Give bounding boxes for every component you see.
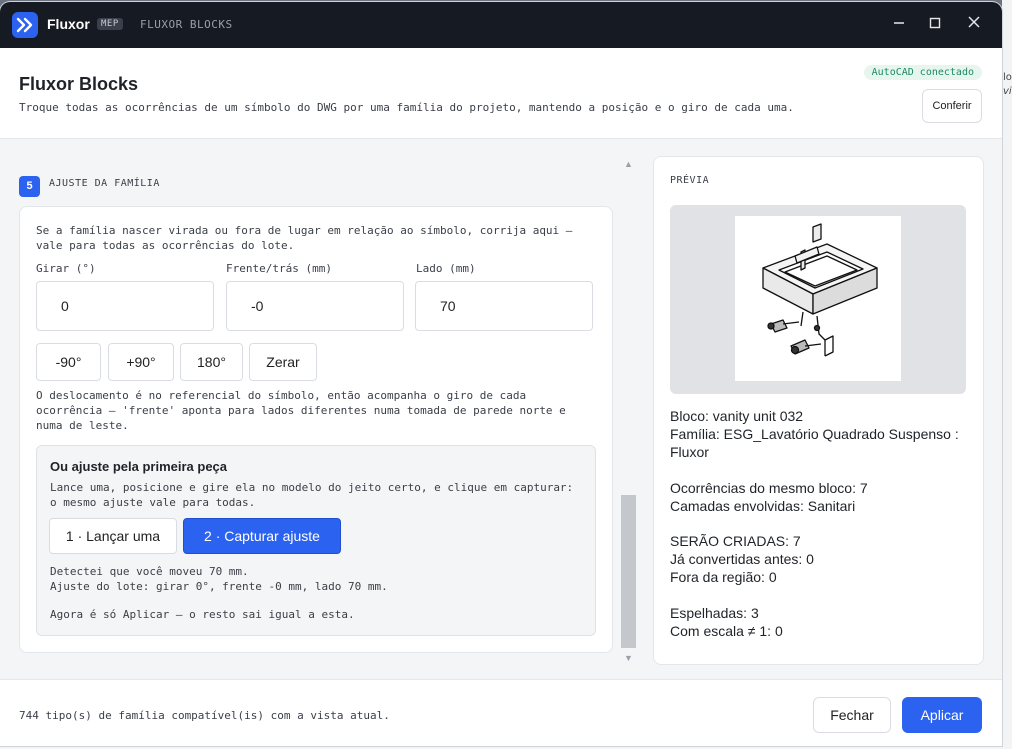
maximize-icon <box>929 17 941 29</box>
capture-result-hint: Agora é só Aplicar — o resto sai igual a… <box>50 608 355 621</box>
preview-panel: PRÉVIA Bloco: vanity unit 032 Família: E… <box>653 156 984 665</box>
rotate-label: Girar (°) <box>36 262 96 275</box>
preview-family: Família: ESG_Lavatório Quadrado Suspenso… <box>670 426 959 460</box>
sink-preview-image <box>735 216 901 381</box>
capture-panel: Ou ajuste pela primeira peça Lance uma, … <box>36 445 596 636</box>
footer-bar: 744 tipo(s) de família compatível(is) co… <box>0 679 1002 746</box>
page-title: Fluxor Blocks <box>19 74 139 94</box>
preview-block: Bloco: vanity unit 032 <box>670 408 804 424</box>
rotate-180-button[interactable]: 180° <box>180 343 243 381</box>
maximize-button[interactable] <box>923 14 947 36</box>
scroll-down-icon[interactable]: ▼ <box>621 652 636 664</box>
front-back-input[interactable]: -0 <box>226 281 404 331</box>
apply-button[interactable]: Aplicar <box>902 697 982 733</box>
title-bar[interactable]: Fluxor MEP FLUXOR BLOCKS <box>0 2 1002 48</box>
scrollbar[interactable]: ▲ ▼ <box>621 158 636 664</box>
preview-title: PRÉVIA <box>670 175 710 186</box>
scroll-up-icon[interactable]: ▲ <box>621 158 636 170</box>
rotate-minus-90-button[interactable]: -90° <box>36 343 101 381</box>
capture-adjust-button[interactable]: 2 · Capturar ajuste <box>183 518 341 554</box>
fluxor-window: Fluxor MEP FLUXOR BLOCKS Fluxor Blocks T… <box>0 2 1002 746</box>
main-content: 5 AJUSTE DA FAMÍLIA Se a família nascer … <box>0 139 1002 679</box>
launch-one-button[interactable]: 1 · Lançar uma <box>49 518 177 554</box>
minimize-button[interactable] <box>887 14 911 36</box>
connection-status-badge: AutoCAD conectado <box>863 65 982 80</box>
module-name: FLUXOR BLOCKS <box>140 18 233 31</box>
front-back-label: Frente/trás (mm) <box>226 262 332 275</box>
capture-result-adjust: Ajuste do lote: girar 0°, frente -0 mm, … <box>50 580 388 593</box>
sink-icon <box>762 223 878 357</box>
preview-to-create: SERÃO CRIADAS: 7 <box>670 533 801 549</box>
preview-already-converted: Já convertidas antes: 0 <box>670 551 814 567</box>
preview-layers: Camadas envolvidas: Sanitari <box>670 498 856 514</box>
side-label: Lado (mm) <box>416 262 476 275</box>
step-title: AJUSTE DA FAMÍLIA <box>49 178 160 189</box>
page-subtitle: Troque todas as ocorrências de um símbol… <box>19 101 794 114</box>
preview-mirrored: Espelhadas: 3 <box>670 605 759 621</box>
minimize-icon <box>894 22 904 24</box>
preview-outside-region: Fora da região: 0 <box>670 569 777 585</box>
step-number-badge: 5 <box>19 176 40 197</box>
footer-status: 744 tipo(s) de família compatível(is) co… <box>19 709 390 722</box>
side-input[interactable]: 70 <box>415 281 593 331</box>
background-window-edge: lo vi <box>1002 0 1012 749</box>
app-badge: MEP <box>97 18 123 30</box>
page-header: Fluxor Blocks Troque todas as ocorrência… <box>0 48 1002 139</box>
rotate-plus-90-button[interactable]: +90° <box>108 343 174 381</box>
preview-scale: Com escala ≠ 1: 0 <box>670 623 783 639</box>
family-adjust-card: Se a família nascer virada ou fora de lu… <box>19 206 613 653</box>
scrollbar-thumb[interactable] <box>621 495 636 648</box>
capture-title: Ou ajuste pela primeira peça <box>50 459 228 474</box>
close-button[interactable]: Fechar <box>813 697 891 733</box>
capture-description: Lance uma, posicione e gire ela no model… <box>50 481 574 509</box>
preview-occurrences: Ocorrências do mesmo bloco: 7 <box>670 480 868 496</box>
adjust-description: Se a família nascer virada ou fora de lu… <box>36 224 573 252</box>
offset-note: O deslocamento é no referencial do símbo… <box>36 389 566 432</box>
capture-result-move: Detectei que você moveu 70 mm. <box>50 565 249 578</box>
rotate-input[interactable]: 0 <box>36 281 214 331</box>
check-button[interactable]: Conferir <box>922 89 982 123</box>
reset-button[interactable]: Zerar <box>249 343 317 381</box>
close-icon <box>968 16 980 28</box>
preview-frame <box>670 205 966 394</box>
fluxor-logo-icon <box>12 12 38 38</box>
app-name: Fluxor <box>47 16 90 32</box>
close-window-button[interactable] <box>962 14 986 36</box>
